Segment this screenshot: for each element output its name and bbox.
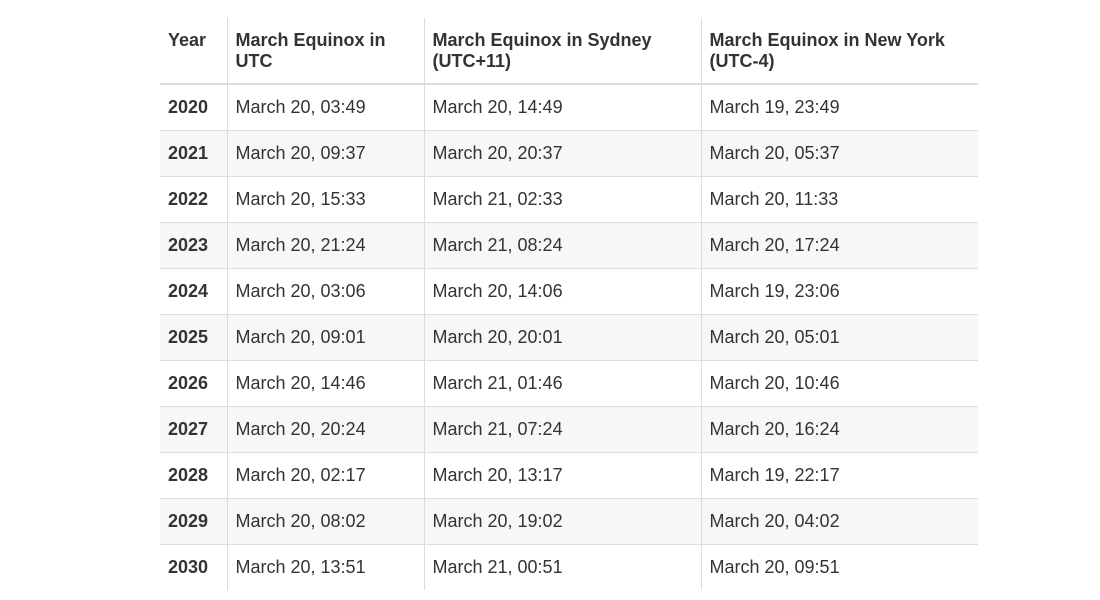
year-cell: 2030 [160, 543, 227, 590]
year-cell: 2027 [160, 405, 227, 452]
new-york-cell: March 20, 11:33 [700, 175, 978, 222]
table-row: 2028 March 20, 02:17 March 20, 13:17 Mar… [160, 451, 978, 498]
year-cell: 2025 [160, 313, 227, 360]
utc-cell: March 20, 03:49 [226, 83, 424, 130]
table-row: 2022 March 20, 15:33 March 21, 02:33 Mar… [160, 175, 978, 222]
utc-cell: March 20, 15:33 [226, 175, 424, 222]
year-cell: 2028 [160, 451, 227, 498]
table-header: Year March Equinox in UTC March Equinox … [160, 18, 978, 85]
sydney-cell: March 20, 13:17 [423, 451, 701, 498]
new-york-cell: March 20, 09:51 [700, 543, 978, 590]
sydney-cell: March 20, 19:02 [423, 497, 701, 544]
new-york-cell: March 20, 05:37 [700, 129, 978, 176]
sydney-cell: March 21, 01:46 [423, 359, 701, 406]
header-new-york: March Equinox in New York (UTC-4) [700, 18, 978, 85]
table-row: 2025 March 20, 09:01 March 20, 20:01 Mar… [160, 313, 978, 360]
table-row: 2026 March 20, 14:46 March 21, 01:46 Mar… [160, 359, 978, 406]
utc-cell: March 20, 09:01 [226, 313, 424, 360]
header-row: Year March Equinox in UTC March Equinox … [160, 18, 978, 85]
header-sydney: March Equinox in Sydney (UTC+11) [423, 18, 701, 85]
table-row: 2024 March 20, 03:06 March 20, 14:06 Mar… [160, 267, 978, 314]
year-cell: 2029 [160, 497, 227, 544]
sydney-cell: March 20, 14:06 [423, 267, 701, 314]
table-row: 2020 March 20, 03:49 March 20, 14:49 Mar… [160, 83, 978, 130]
sydney-cell: March 20, 14:49 [423, 83, 701, 130]
new-york-cell: March 20, 16:24 [700, 405, 978, 452]
table-row: 2030 March 20, 13:51 March 21, 00:51 Mar… [160, 543, 978, 590]
sydney-cell: March 21, 08:24 [423, 221, 701, 268]
new-york-cell: March 19, 23:49 [700, 83, 978, 130]
utc-cell: March 20, 20:24 [226, 405, 424, 452]
table-row: 2029 March 20, 08:02 March 20, 19:02 Mar… [160, 497, 978, 544]
equinox-table: Year March Equinox in UTC March Equinox … [160, 18, 978, 590]
header-year: Year [160, 18, 227, 85]
year-cell: 2022 [160, 175, 227, 222]
sydney-cell: March 20, 20:37 [423, 129, 701, 176]
sydney-cell: March 21, 00:51 [423, 543, 701, 590]
new-york-cell: March 20, 05:01 [700, 313, 978, 360]
new-york-cell: March 20, 04:02 [700, 497, 978, 544]
sydney-cell: March 21, 07:24 [423, 405, 701, 452]
year-cell: 2026 [160, 359, 227, 406]
table-row: 2027 March 20, 20:24 March 21, 07:24 Mar… [160, 405, 978, 452]
table-row: 2023 March 20, 21:24 March 21, 08:24 Mar… [160, 221, 978, 268]
utc-cell: March 20, 09:37 [226, 129, 424, 176]
sydney-cell: March 20, 20:01 [423, 313, 701, 360]
table-body: 2020 March 20, 03:49 March 20, 14:49 Mar… [160, 83, 978, 590]
new-york-cell: March 20, 17:24 [700, 221, 978, 268]
new-york-cell: March 19, 23:06 [700, 267, 978, 314]
utc-cell: March 20, 02:17 [226, 451, 424, 498]
new-york-cell: March 19, 22:17 [700, 451, 978, 498]
year-cell: 2021 [160, 129, 227, 176]
utc-cell: March 20, 08:02 [226, 497, 424, 544]
utc-cell: March 20, 03:06 [226, 267, 424, 314]
utc-cell: March 20, 21:24 [226, 221, 424, 268]
equinox-table-container: Year March Equinox in UTC March Equinox … [160, 18, 978, 590]
utc-cell: March 20, 14:46 [226, 359, 424, 406]
utc-cell: March 20, 13:51 [226, 543, 424, 590]
sydney-cell: March 21, 02:33 [423, 175, 701, 222]
year-cell: 2024 [160, 267, 227, 314]
year-cell: 2023 [160, 221, 227, 268]
new-york-cell: March 20, 10:46 [700, 359, 978, 406]
header-utc: March Equinox in UTC [226, 18, 424, 85]
year-cell: 2020 [160, 83, 227, 130]
table-row: 2021 March 20, 09:37 March 20, 20:37 Mar… [160, 129, 978, 176]
